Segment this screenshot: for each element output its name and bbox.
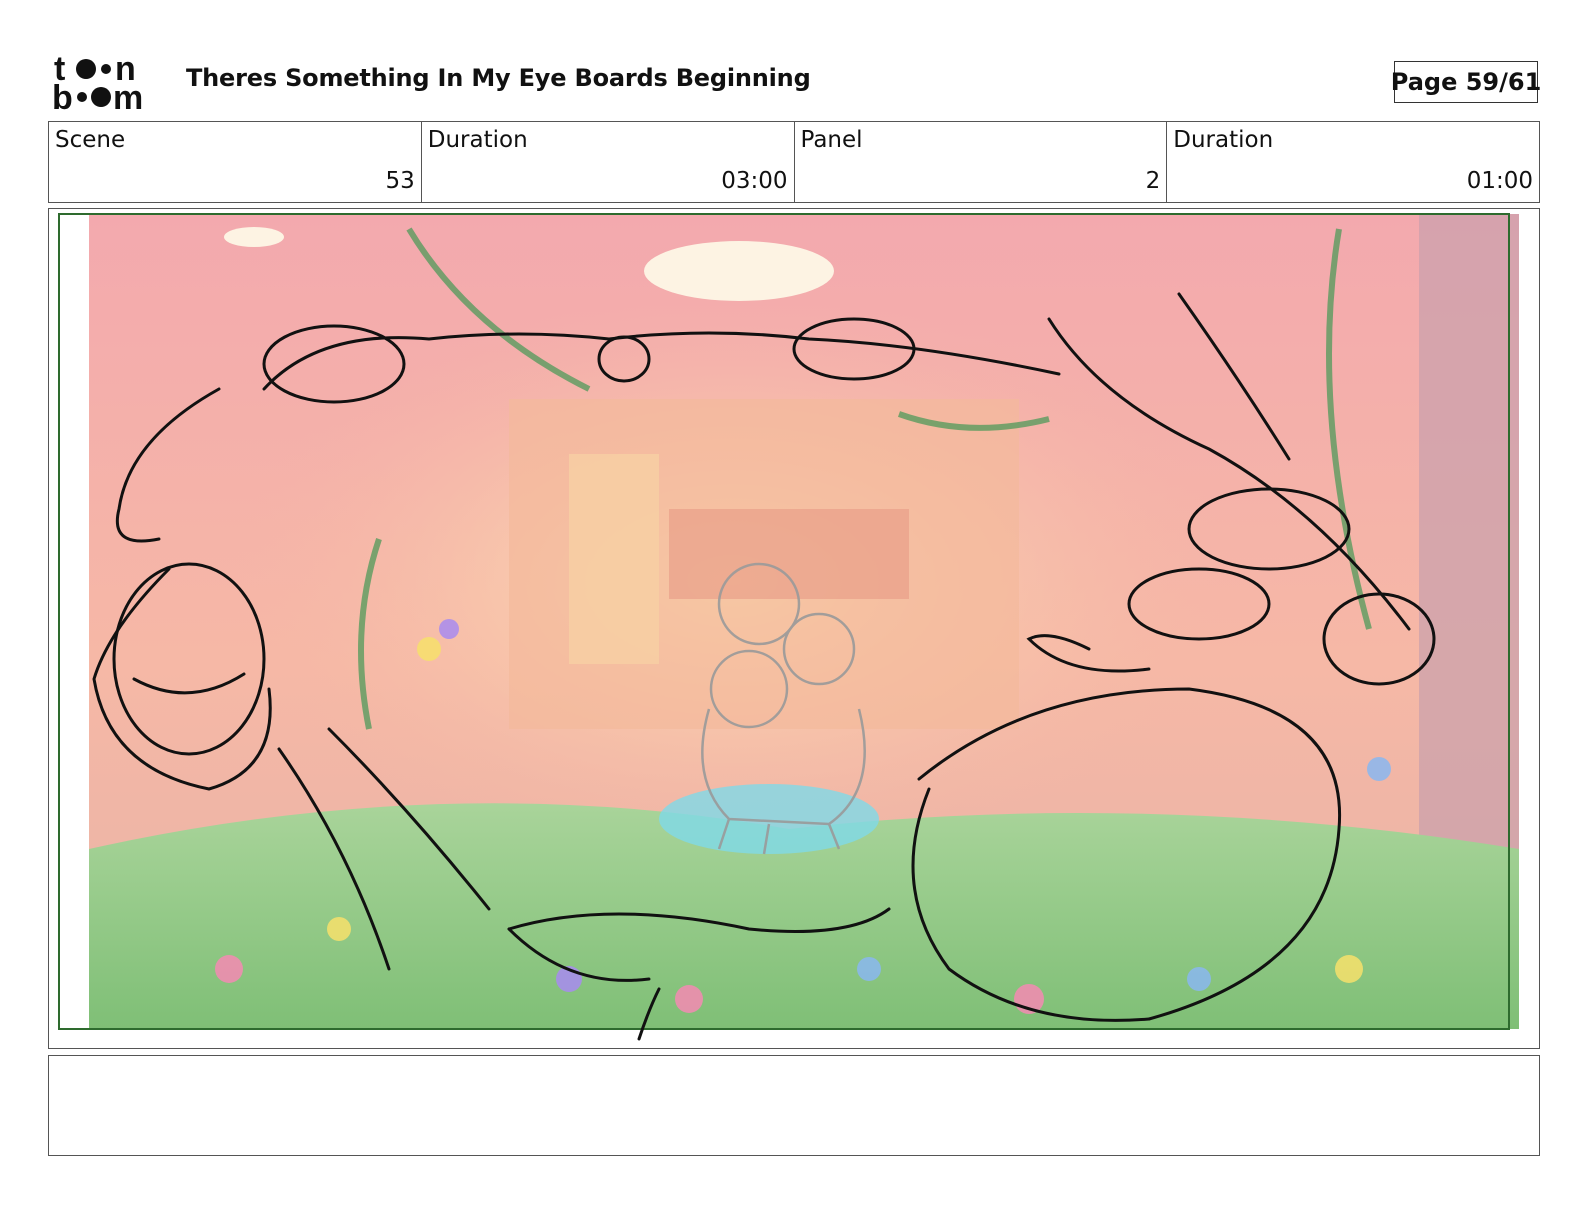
scene-info-bar: Scene 53 Duration 03:00 Panel 2 Duration… [48, 121, 1540, 203]
panel-duration-label: Duration [1173, 127, 1274, 153]
storyboard-panel-frame [48, 208, 1540, 1049]
panel-duration-cell: Duration 01:00 [1167, 122, 1539, 202]
panel-cell: Panel 2 [795, 122, 1168, 202]
panel-duration-value: 01:00 [1466, 168, 1533, 194]
panel-value: 2 [1145, 168, 1161, 194]
document-title: Theres Something In My Eye Boards Beginn… [186, 64, 811, 92]
scene-label: Scene [55, 127, 126, 153]
scene-duration-label: Duration [427, 127, 528, 153]
panel-label: Panel [800, 127, 863, 153]
scene-duration-cell: Duration 03:00 [422, 122, 795, 202]
svg-text:b: b [52, 79, 73, 112]
panel-notes-box [48, 1055, 1540, 1156]
scene-cell: Scene 53 [49, 122, 422, 202]
scene-value: 53 [385, 168, 415, 194]
toon-boom-logo: t n b m [52, 52, 164, 112]
scene-duration-value: 03:00 [721, 168, 788, 194]
page-indicator: Page 59/61 [1391, 61, 1541, 103]
svg-text:m: m [113, 79, 143, 112]
storyboard-image [49, 209, 1538, 1047]
